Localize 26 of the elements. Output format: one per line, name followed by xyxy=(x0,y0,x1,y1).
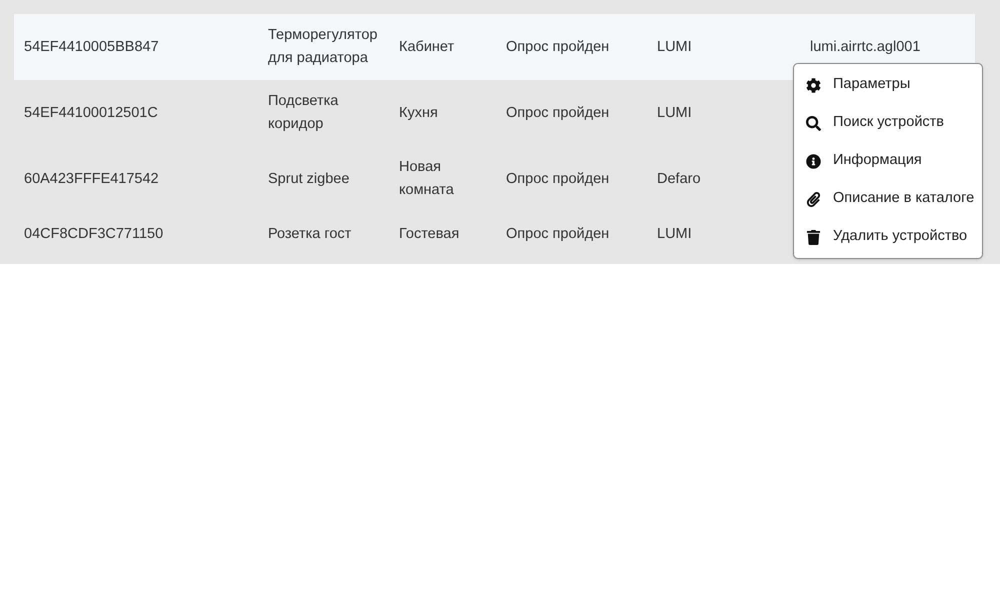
table-cell-text: LUMI xyxy=(657,225,692,244)
table-cell-text: Опрос пройден xyxy=(506,170,610,189)
table-cell-text: Опрос пройден xyxy=(506,38,610,57)
info-icon xyxy=(806,154,821,168)
table-cell-text: 54EF44100012501C xyxy=(24,104,158,123)
table-cell-text: Опрос пройден xyxy=(506,225,610,244)
table-cell-text: Подсветка коридор xyxy=(268,92,340,134)
gear-icon xyxy=(806,78,821,92)
table-cell-text: lumi.airrtc.agl001 xyxy=(810,38,920,57)
table-cell-text: Defaro xyxy=(657,170,701,189)
table-cell-text: 54EF4410005BB847 xyxy=(24,38,159,57)
table-cell-text: Кухня xyxy=(399,104,438,123)
paperclip-icon xyxy=(806,192,821,206)
table-cell-text: 60A423FFFE417542 xyxy=(24,170,159,189)
search-icon xyxy=(806,116,821,130)
trash-icon xyxy=(806,230,821,244)
table-cell-text: 04CF8CDF3C771150 xyxy=(24,225,164,244)
table-cell-text: Sprut zigbee xyxy=(268,170,350,189)
table-cell-text: Опрос пройден xyxy=(506,104,610,123)
table-cell-text: LUMI xyxy=(657,104,692,123)
table-cell-text: Кабинет xyxy=(399,38,454,57)
table-cell-text: Новая комната xyxy=(399,158,455,200)
table-cell-text: Терморегулятор для радиатора xyxy=(268,26,378,68)
table-cell-text: Гостевая xyxy=(399,225,460,244)
table-cell-text: LUMI xyxy=(657,38,692,57)
table-cell-text: Розетка гост xyxy=(268,225,352,244)
